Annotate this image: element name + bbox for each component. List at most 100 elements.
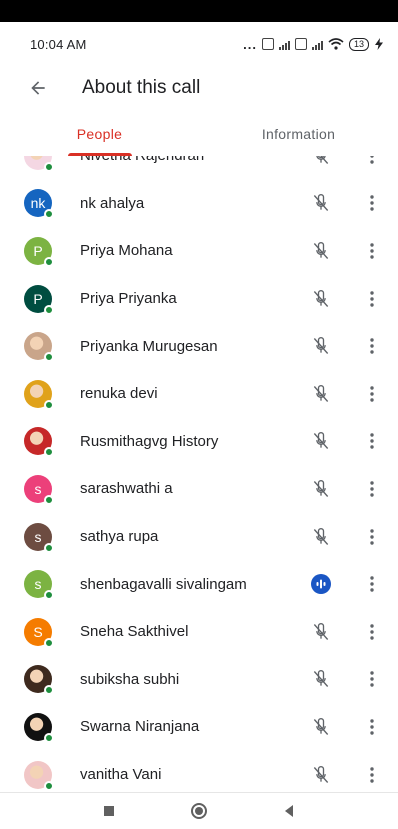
mic-off-icon: [308, 666, 334, 692]
more-vert-icon: [370, 195, 374, 212]
participant-name: nk ahalya: [80, 194, 145, 212]
battery-icon: 13: [348, 37, 369, 51]
speaking-indicator-icon: [308, 571, 334, 597]
participant-row[interactable]: s sarashwathi a: [0, 465, 398, 513]
tab-people[interactable]: People: [0, 112, 199, 156]
more-vert-icon: [370, 338, 374, 354]
participant-name: subiksha subhi: [80, 670, 180, 688]
participant-name: Swarna Niranjana: [80, 718, 200, 736]
avatar-initial-text: s: [34, 576, 42, 593]
participant-row[interactable]: S Sneha Sakthivel: [0, 608, 398, 656]
more-options-button[interactable]: [360, 469, 384, 509]
battery-level: 13: [353, 39, 364, 49]
back-button[interactable]: [10, 66, 66, 110]
avatar-wrap: [24, 760, 54, 791]
online-status-dot: [44, 256, 54, 267]
online-status-dot: [44, 590, 54, 601]
avatar-wrap: P: [24, 236, 54, 267]
avatar-initial-text: s: [34, 480, 42, 497]
sim-icon: [261, 38, 274, 50]
participant-row[interactable]: Nivetha Rajendran: [0, 156, 398, 180]
participant-row[interactable]: subiksha subhi: [0, 656, 398, 704]
avatar-wrap: [24, 379, 54, 410]
app-bar: About this call: [0, 66, 398, 110]
more-vert-icon: [370, 290, 374, 307]
sim2-icon: [294, 38, 307, 50]
back-triangle-icon: [285, 805, 293, 817]
participant-row[interactable]: s shenbagavalli sivalingam: [0, 560, 398, 608]
online-status-dot: [44, 304, 54, 315]
recents-square-icon: [104, 806, 114, 816]
more-options-button[interactable]: [360, 564, 384, 604]
arrow-back-icon: [31, 81, 45, 95]
mic-off-icon: [308, 381, 334, 407]
more-vert-icon: [370, 766, 374, 783]
participant-name: Priya Priyanka: [80, 290, 177, 308]
more-options-button[interactable]: [360, 183, 384, 223]
more-options-button[interactable]: [360, 326, 384, 366]
more-options-button[interactable]: [360, 659, 384, 699]
more-options-button[interactable]: [360, 707, 384, 747]
tab-information[interactable]: Information: [199, 112, 398, 156]
participant-name: Sneha Sakthivel: [80, 623, 189, 641]
online-status-dot: [44, 494, 54, 505]
participant-row[interactable]: P Priya Mohana: [0, 227, 398, 275]
more-options-button[interactable]: [360, 517, 384, 557]
more-options-button[interactable]: [360, 279, 384, 319]
signal-icon: [278, 39, 290, 50]
participant-list-inner: Nivetha Rajendran nk nk ahalya P Priya Mohan…: [0, 156, 398, 792]
mic-off-icon: [308, 476, 334, 502]
more-vert-icon: [370, 528, 374, 545]
online-status-dot: [44, 399, 54, 410]
more-vert-icon: [370, 481, 374, 497]
online-status-dot: [44, 685, 54, 696]
participant-name: Priya Mohana: [80, 242, 173, 260]
participant-list[interactable]: Nivetha Rajendran nk nk ahalya P Priya Mohan…: [0, 156, 398, 792]
more-options-button[interactable]: [360, 612, 384, 652]
participant-row[interactable]: vanitha Vani: [0, 751, 398, 792]
more-options-button[interactable]: [360, 374, 384, 414]
back-nav-button[interactable]: [278, 800, 300, 822]
more-options-button[interactable]: [360, 156, 384, 176]
notification-dots-icon: ...: [243, 36, 257, 52]
avatar-initial-text: P: [33, 290, 43, 307]
participant-name: sarashwathi a: [80, 480, 173, 498]
participant-row[interactable]: nk nk ahalya: [0, 180, 398, 228]
home-button[interactable]: [188, 800, 210, 822]
more-options-button[interactable]: [360, 421, 384, 461]
participant-row[interactable]: s sathya rupa: [0, 513, 398, 561]
recents-button[interactable]: [98, 800, 120, 822]
avatar-wrap: S: [24, 617, 54, 648]
charging-icon: [375, 38, 383, 50]
participant-name: sathya rupa: [80, 528, 159, 546]
participant-name: Priyanka Murugesan: [80, 337, 218, 355]
avatar-initial-text: P: [33, 242, 43, 259]
more-options-button[interactable]: [360, 231, 384, 271]
avatar-wrap: [24, 712, 54, 743]
status-bar: 10:04 AM ... 13: [0, 22, 398, 66]
mic-off-icon: [308, 762, 334, 788]
participant-row[interactable]: renuka devi: [0, 370, 398, 418]
home-circle-icon: [191, 803, 207, 819]
more-vert-icon: [370, 386, 374, 402]
mic-off-icon: [308, 156, 334, 169]
avatar-wrap: [24, 332, 54, 363]
participant-row[interactable]: Rusmithagvg History: [0, 418, 398, 466]
participant-row[interactable]: P Priya Priyanka: [0, 275, 398, 323]
more-options-button[interactable]: [360, 755, 384, 792]
participant-row[interactable]: Swarna Niranjana: [0, 703, 398, 751]
avatar-wrap: s: [24, 474, 54, 505]
participant-name: Nivetha Rajendran: [80, 156, 308, 164]
mic-off-icon: [308, 238, 334, 264]
online-status-dot: [44, 209, 54, 220]
avatar-wrap: [24, 156, 54, 172]
more-vert-icon: [370, 433, 374, 450]
more-vert-icon: [370, 719, 374, 735]
online-status-dot: [44, 780, 54, 791]
avatar-wrap: s: [24, 570, 54, 601]
participant-row[interactable]: Priyanka Murugesan: [0, 322, 398, 370]
online-status-dot: [44, 542, 54, 553]
avatar-wrap: nk: [24, 189, 54, 220]
wifi-icon: [328, 38, 344, 50]
online-status-dot: [44, 161, 54, 172]
